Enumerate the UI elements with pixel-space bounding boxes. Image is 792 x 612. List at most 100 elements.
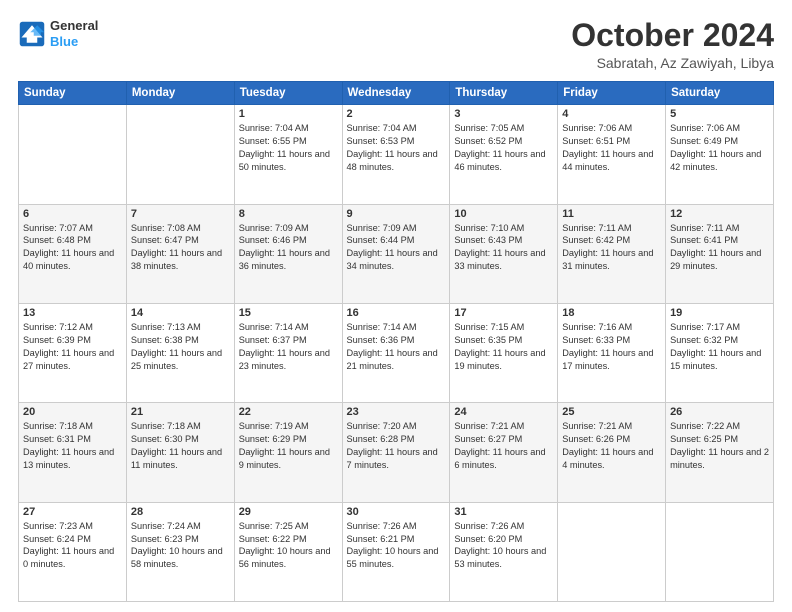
day-info: Sunrise: 7:07 AM Sunset: 6:48 PM Dayligh… bbox=[23, 222, 122, 274]
calendar-cell bbox=[666, 502, 774, 601]
day-number: 15 bbox=[239, 307, 338, 319]
day-number: 11 bbox=[562, 208, 661, 220]
calendar-cell: 17Sunrise: 7:15 AM Sunset: 6:35 PM Dayli… bbox=[450, 303, 558, 402]
day-number: 12 bbox=[670, 208, 769, 220]
calendar-cell: 25Sunrise: 7:21 AM Sunset: 6:26 PM Dayli… bbox=[558, 403, 666, 502]
day-number: 28 bbox=[131, 506, 230, 518]
calendar-cell: 23Sunrise: 7:20 AM Sunset: 6:28 PM Dayli… bbox=[342, 403, 450, 502]
day-info: Sunrise: 7:23 AM Sunset: 6:24 PM Dayligh… bbox=[23, 520, 122, 572]
calendar-cell: 20 Sunrise: 7:18 AM Sunset: 6:31 PM Dayli… bbox=[19, 403, 127, 502]
day-number: 4 bbox=[562, 108, 661, 120]
day-info: Sunrise: 7:18 AM Sunset: 6:31 PM Dayligh… bbox=[23, 420, 122, 472]
calendar-cell: 7 Sunrise: 7:08 AM Sunset: 6:47 PM Daylig… bbox=[126, 204, 234, 303]
calendar-cell: 3 Sunrise: 7:05 AM Sunset: 6:52 PM Daylig… bbox=[450, 105, 558, 204]
day-info: Sunrise: 7:06 AM Sunset: 6:51 PM Dayligh… bbox=[562, 122, 661, 174]
logo-line1: General bbox=[50, 18, 98, 34]
day-number: 7 bbox=[131, 208, 230, 220]
calendar-cell: 1Sunrise: 7:04 AM Sunset: 6:55 PM Daylig… bbox=[234, 105, 342, 204]
calendar-cell: 29Sunrise: 7:25 AM Sunset: 6:22 PM Dayli… bbox=[234, 502, 342, 601]
header-row: SundayMondayTuesdayWednesdayThursdayFrid… bbox=[19, 82, 774, 105]
day-info: Sunrise: 7:12 AM Sunset: 6:39 PM Dayligh… bbox=[23, 321, 122, 373]
week-row-3: 13Sunrise: 7:12 AM Sunset: 6:39 PM Dayli… bbox=[19, 303, 774, 402]
day-number: 30 bbox=[347, 506, 446, 518]
day-info: Sunrise: 7:22 AM Sunset: 6:25 PM Dayligh… bbox=[670, 420, 769, 472]
logo: General Blue bbox=[18, 18, 98, 49]
day-number: 19 bbox=[670, 307, 769, 319]
day-number: 5 bbox=[670, 108, 769, 120]
calendar-cell: 18Sunrise: 7:16 AM Sunset: 6:33 PM Dayli… bbox=[558, 303, 666, 402]
calendar-cell: 11Sunrise: 7:11 AM Sunset: 6:42 PM Dayli… bbox=[558, 204, 666, 303]
calendar-cell: 26 Sunrise: 7:22 AM Sunset: 6:25 PM Dayli… bbox=[666, 403, 774, 502]
day-number: 24 bbox=[454, 406, 553, 418]
day-number: 31 bbox=[454, 506, 553, 518]
calendar-cell bbox=[19, 105, 127, 204]
calendar-cell: 6 Sunrise: 7:07 AM Sunset: 6:48 PM Daylig… bbox=[19, 204, 127, 303]
calendar-cell: 8Sunrise: 7:09 AM Sunset: 6:46 PM Daylig… bbox=[234, 204, 342, 303]
day-info: Sunrise: 7:04 AM Sunset: 6:55 PM Dayligh… bbox=[239, 122, 338, 174]
title-block: October 2024 Sabratah, Az Zawiyah, Libya bbox=[571, 18, 774, 71]
day-number: 26 bbox=[670, 406, 769, 418]
day-info: Sunrise: 7:06 AM Sunset: 6:49 PM Dayligh… bbox=[670, 122, 769, 174]
calendar-cell bbox=[126, 105, 234, 204]
day-header-wednesday: Wednesday bbox=[342, 82, 450, 105]
calendar-cell: 16 Sunrise: 7:14 AM Sunset: 6:36 PM Dayli… bbox=[342, 303, 450, 402]
logo-text: General Blue bbox=[50, 18, 98, 49]
logo-line2: Blue bbox=[50, 34, 98, 50]
calendar-cell: 9 Sunrise: 7:09 AM Sunset: 6:44 PM Daylig… bbox=[342, 204, 450, 303]
day-info: Sunrise: 7:08 AM Sunset: 6:47 PM Dayligh… bbox=[131, 222, 230, 274]
calendar-cell: 22Sunrise: 7:19 AM Sunset: 6:29 PM Dayli… bbox=[234, 403, 342, 502]
calendar-cell: 10Sunrise: 7:10 AM Sunset: 6:43 PM Dayli… bbox=[450, 204, 558, 303]
week-row-4: 20 Sunrise: 7:18 AM Sunset: 6:31 PM Dayli… bbox=[19, 403, 774, 502]
week-row-5: 27Sunrise: 7:23 AM Sunset: 6:24 PM Dayli… bbox=[19, 502, 774, 601]
calendar-cell: 19Sunrise: 7:17 AM Sunset: 6:32 PM Dayli… bbox=[666, 303, 774, 402]
day-info: Sunrise: 7:04 AM Sunset: 6:53 PM Dayligh… bbox=[347, 122, 446, 174]
day-info: Sunrise: 7:25 AM Sunset: 6:22 PM Dayligh… bbox=[239, 520, 338, 572]
calendar-cell: 24Sunrise: 7:21 AM Sunset: 6:27 PM Dayli… bbox=[450, 403, 558, 502]
calendar-cell: 27Sunrise: 7:23 AM Sunset: 6:24 PM Dayli… bbox=[19, 502, 127, 601]
day-info: Sunrise: 7:10 AM Sunset: 6:43 PM Dayligh… bbox=[454, 222, 553, 274]
calendar-cell: 12Sunrise: 7:11 AM Sunset: 6:41 PM Dayli… bbox=[666, 204, 774, 303]
day-number: 16 bbox=[347, 307, 446, 319]
day-info: Sunrise: 7:16 AM Sunset: 6:33 PM Dayligh… bbox=[562, 321, 661, 373]
day-number: 14 bbox=[131, 307, 230, 319]
subtitle: Sabratah, Az Zawiyah, Libya bbox=[571, 55, 774, 71]
day-number: 2 bbox=[347, 108, 446, 120]
calendar-header: SundayMondayTuesdayWednesdayThursdayFrid… bbox=[19, 82, 774, 105]
day-number: 3 bbox=[454, 108, 553, 120]
day-header-sunday: Sunday bbox=[19, 82, 127, 105]
calendar-cell: 28 Sunrise: 7:24 AM Sunset: 6:23 PM Dayli… bbox=[126, 502, 234, 601]
page: General Blue October 2024 Sabratah, Az Z… bbox=[0, 0, 792, 612]
calendar-cell: 4 Sunrise: 7:06 AM Sunset: 6:51 PM Daylig… bbox=[558, 105, 666, 204]
calendar-cell: 13Sunrise: 7:12 AM Sunset: 6:39 PM Dayli… bbox=[19, 303, 127, 402]
day-info: Sunrise: 7:05 AM Sunset: 6:52 PM Dayligh… bbox=[454, 122, 553, 174]
week-row-1: 1Sunrise: 7:04 AM Sunset: 6:55 PM Daylig… bbox=[19, 105, 774, 204]
month-title: October 2024 bbox=[571, 18, 774, 53]
calendar: SundayMondayTuesdayWednesdayThursdayFrid… bbox=[18, 81, 774, 602]
day-number: 6 bbox=[23, 208, 122, 220]
day-info: Sunrise: 7:24 AM Sunset: 6:23 PM Dayligh… bbox=[131, 520, 230, 572]
day-info: Sunrise: 7:14 AM Sunset: 6:36 PM Dayligh… bbox=[347, 321, 446, 373]
logo-icon bbox=[18, 20, 46, 48]
calendar-body: 1Sunrise: 7:04 AM Sunset: 6:55 PM Daylig… bbox=[19, 105, 774, 602]
calendar-cell: 31 Sunrise: 7:26 AM Sunset: 6:20 PM Dayli… bbox=[450, 502, 558, 601]
day-number: 17 bbox=[454, 307, 553, 319]
day-info: Sunrise: 7:26 AM Sunset: 6:21 PM Dayligh… bbox=[347, 520, 446, 572]
day-info: Sunrise: 7:09 AM Sunset: 6:44 PM Dayligh… bbox=[347, 222, 446, 274]
day-info: Sunrise: 7:26 AM Sunset: 6:20 PM Dayligh… bbox=[454, 520, 553, 572]
day-number: 23 bbox=[347, 406, 446, 418]
day-number: 22 bbox=[239, 406, 338, 418]
day-number: 25 bbox=[562, 406, 661, 418]
day-header-tuesday: Tuesday bbox=[234, 82, 342, 105]
day-number: 21 bbox=[131, 406, 230, 418]
week-row-2: 6 Sunrise: 7:07 AM Sunset: 6:48 PM Daylig… bbox=[19, 204, 774, 303]
day-number: 20 bbox=[23, 406, 122, 418]
day-info: Sunrise: 7:18 AM Sunset: 6:30 PM Dayligh… bbox=[131, 420, 230, 472]
calendar-cell: 21 Sunrise: 7:18 AM Sunset: 6:30 PM Dayli… bbox=[126, 403, 234, 502]
day-info: Sunrise: 7:14 AM Sunset: 6:37 PM Dayligh… bbox=[239, 321, 338, 373]
calendar-cell: 5 Sunrise: 7:06 AM Sunset: 6:49 PM Daylig… bbox=[666, 105, 774, 204]
calendar-cell: 2 Sunrise: 7:04 AM Sunset: 6:53 PM Daylig… bbox=[342, 105, 450, 204]
day-header-monday: Monday bbox=[126, 82, 234, 105]
calendar-cell: 15 Sunrise: 7:14 AM Sunset: 6:37 PM Dayli… bbox=[234, 303, 342, 402]
calendar-cell: 14Sunrise: 7:13 AM Sunset: 6:38 PM Dayli… bbox=[126, 303, 234, 402]
day-number: 9 bbox=[347, 208, 446, 220]
